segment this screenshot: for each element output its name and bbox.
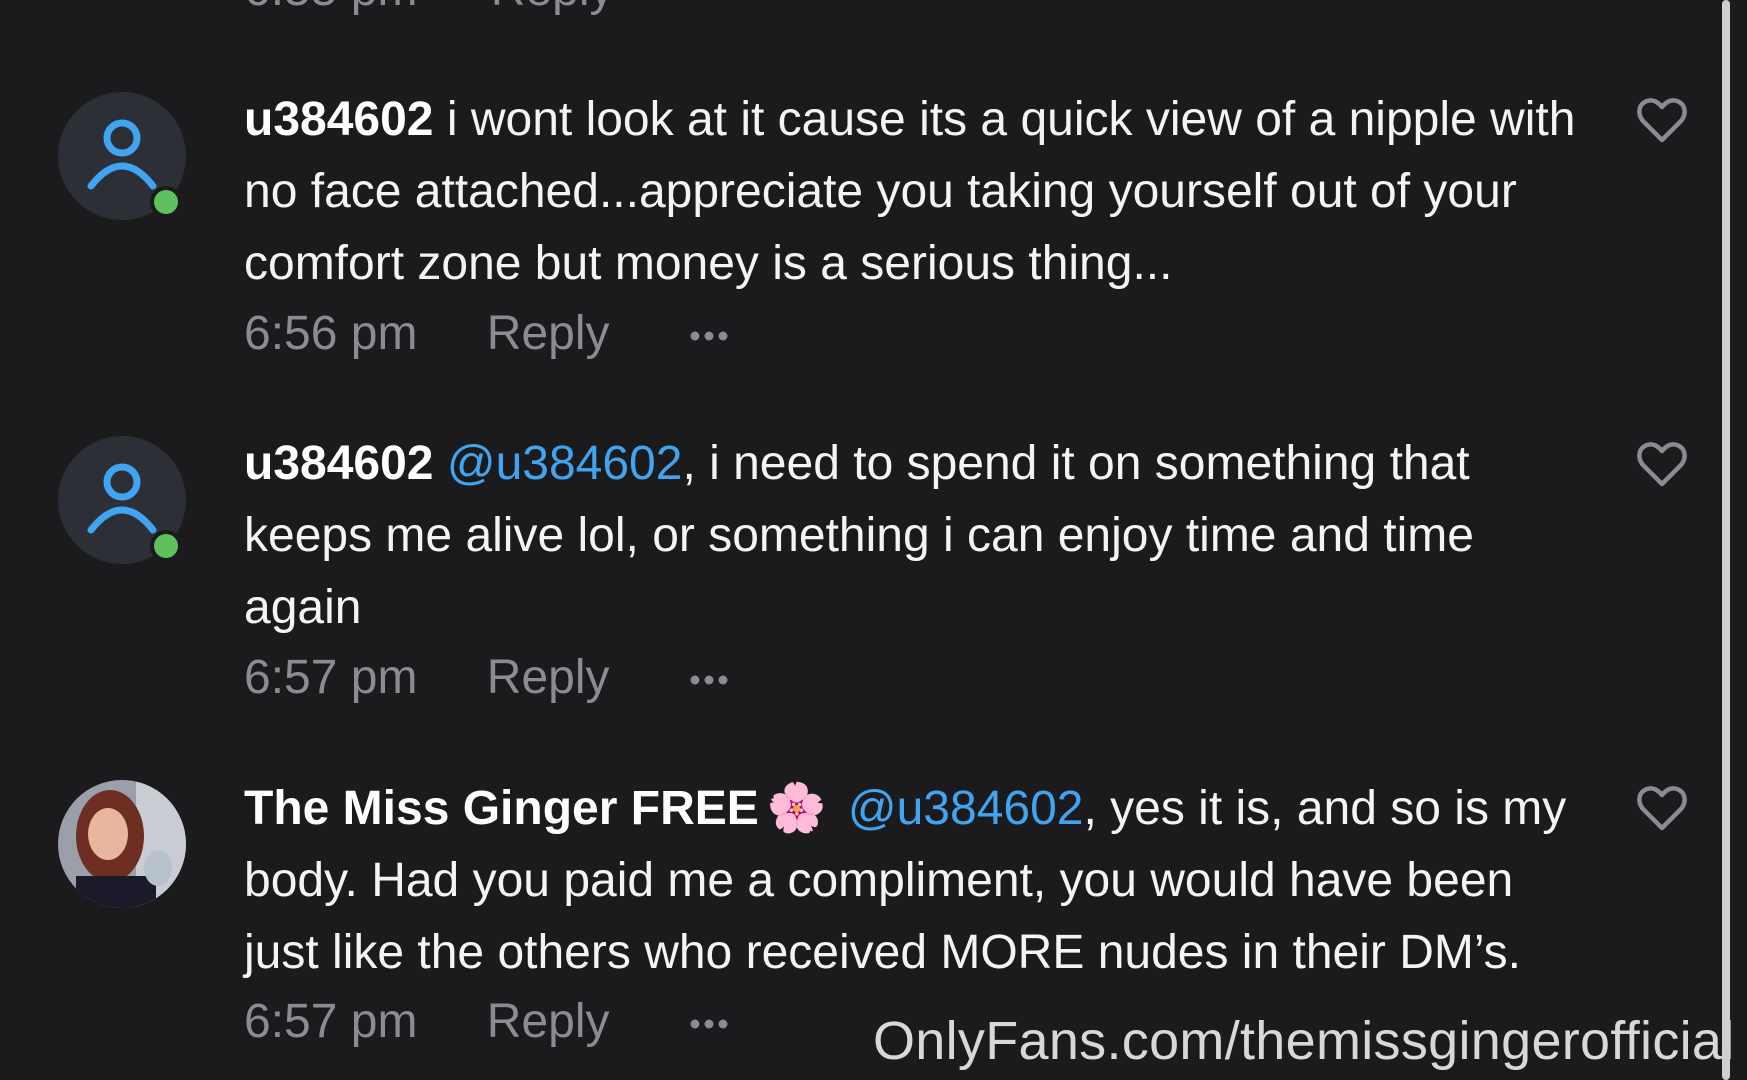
- comment-meta: 6:57 pm Reply: [244, 986, 729, 1058]
- comment-text: u384602 @u384602, i need to spend it on …: [244, 428, 1584, 644]
- online-status-dot: [150, 186, 182, 218]
- comment-text: The Miss Ginger FREE 🌸 @u384602, yes it i…: [244, 772, 1584, 989]
- reply-button[interactable]: Reply: [487, 307, 610, 360]
- comment-time: 6:57 pm: [244, 651, 418, 704]
- comment-time: 6:56 pm: [244, 307, 418, 360]
- avatar[interactable]: [58, 780, 186, 908]
- comment-text: u384602 i wont look at it cause its a qu…: [244, 84, 1584, 300]
- reply-button[interactable]: Reply: [487, 651, 610, 704]
- comment-username[interactable]: u384602: [244, 93, 434, 146]
- reply-button[interactable]: Reply: [487, 995, 610, 1048]
- comment-username[interactable]: u384602: [244, 437, 434, 490]
- online-status-dot: [150, 530, 182, 562]
- mention-link[interactable]: @u384602: [447, 437, 683, 490]
- heart-icon[interactable]: [1636, 784, 1688, 832]
- user-icon: [87, 463, 157, 534]
- profile-photo: [58, 780, 186, 908]
- comment-meta: 6:57 pm Reply: [244, 642, 729, 714]
- reply-button[interactable]: Reply: [491, 0, 614, 16]
- more-dots-icon[interactable]: [689, 674, 729, 686]
- comment-meta: 6:56 pm Reply: [244, 298, 729, 370]
- user-icon: [87, 119, 157, 190]
- flower-emoji: 🌸: [766, 780, 827, 836]
- heart-icon[interactable]: [1636, 96, 1688, 144]
- watermark-text: OnlyFans.com/themissgingerofficial: [873, 1011, 1735, 1071]
- comment-time: 6:55 pm: [244, 0, 417, 16]
- previous-comment-meta: 6:55 pm Reply: [244, 0, 614, 17]
- comment-username[interactable]: The Miss Ginger FREE: [244, 782, 759, 835]
- more-dots-icon[interactable]: [689, 1018, 729, 1030]
- heart-icon[interactable]: [1636, 440, 1688, 488]
- scrollbar[interactable]: [1722, 0, 1730, 1080]
- comment-time: 6:57 pm: [244, 995, 418, 1048]
- more-dots-icon[interactable]: [689, 330, 729, 342]
- comment-message: i wont look at it cause its a quick view…: [244, 93, 1576, 290]
- mention-link[interactable]: @u384602: [848, 782, 1084, 835]
